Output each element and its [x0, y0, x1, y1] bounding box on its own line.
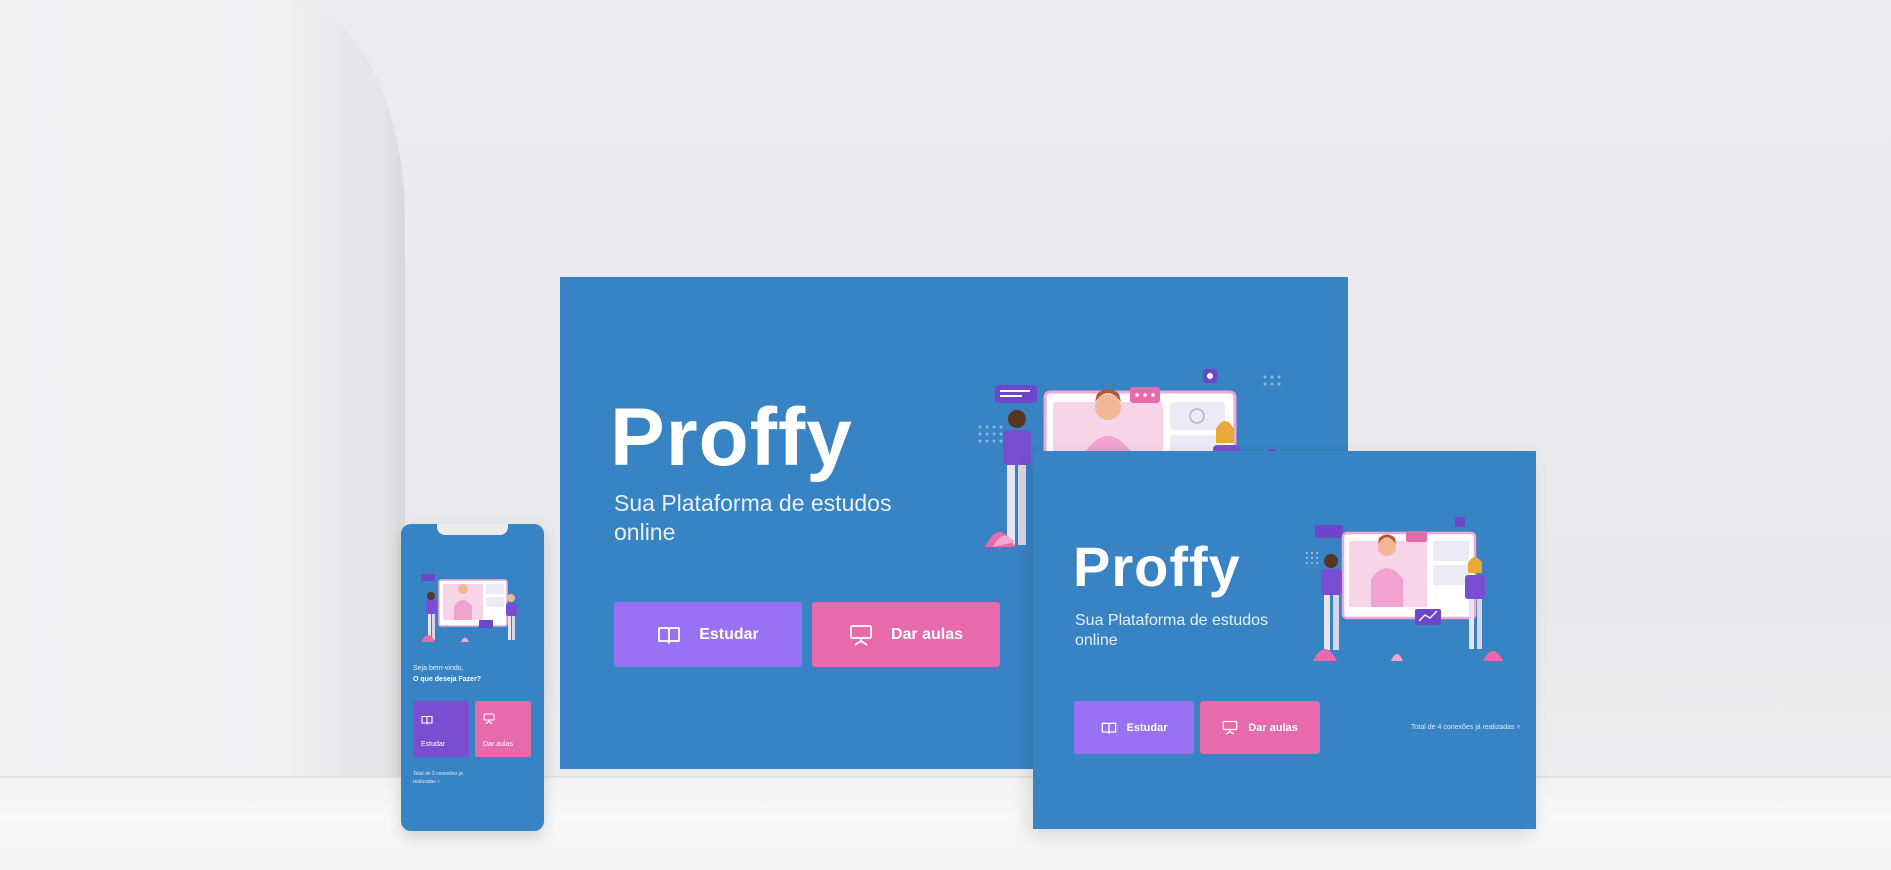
connections-footnote: Total de 3 conexões já realizadas ♥ [413, 770, 473, 786]
desktop-screen-medium: Proffy Sua Plataforma de estudos online [1033, 451, 1536, 829]
logo: Proffy [610, 392, 853, 483]
study-button-label: Estudar [421, 741, 446, 748]
open-book-icon [657, 625, 681, 645]
heart-icon: ♥ [1516, 724, 1521, 731]
teach-button[interactable]: Dar aulas [812, 602, 1000, 667]
logo: Proffy [1073, 535, 1241, 598]
open-book-icon [1101, 721, 1117, 735]
study-button-label: Estudar [699, 625, 759, 643]
connections-footnote: Total de 4 conexões já realizadas ♥ [1411, 724, 1521, 731]
tagline: Sua Plataforma de estudos online [614, 490, 892, 545]
study-button-label: Estudar [1126, 721, 1168, 734]
hero-illustration [421, 574, 517, 642]
background-wall-arch [0, 0, 405, 790]
floor [0, 778, 1891, 870]
open-book-icon [421, 710, 433, 729]
teach-button-label: Dar aulas [1248, 721, 1298, 734]
teach-button[interactable]: Dar aulas [475, 701, 531, 757]
study-button[interactable]: Estudar [413, 701, 469, 757]
presentation-board-icon [1222, 720, 1238, 735]
hero-illustration [1305, 517, 1503, 661]
teach-button[interactable]: Dar aulas [1200, 701, 1320, 754]
heart-icon: ♥ [437, 779, 441, 785]
study-button[interactable]: Estudar [614, 602, 802, 667]
mobile-screen: Seja bem-vindo, O que deseja Fazer? Estu… [401, 524, 544, 831]
study-button[interactable]: Estudar [1074, 701, 1194, 754]
question-text: O que deseja Fazer? [413, 676, 482, 683]
teach-button-label: Dar aulas [890, 625, 964, 643]
phone-notch [437, 524, 508, 535]
welcome-text: Seja bem-vindo, [413, 665, 464, 672]
connections-text: Total de 4 conexões já realizadas [1411, 724, 1515, 731]
tagline: Sua Plataforma de estudos online [1075, 612, 1269, 649]
presentation-board-icon [849, 624, 873, 646]
teach-button-label: Dar aulas [483, 741, 513, 748]
presentation-board-icon [483, 709, 495, 728]
